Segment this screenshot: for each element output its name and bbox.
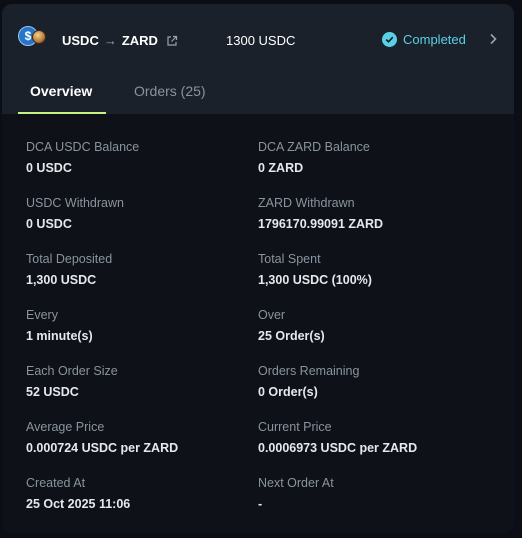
field-current-price: Current Price 0.0006973 USDC per ZARD (258, 420, 417, 455)
field-every: Every 1 minute(s) (26, 308, 93, 343)
field-value: 25 Oct 2025 11:06 (26, 497, 131, 511)
field-value: 0.0006973 USDC per ZARD (258, 441, 418, 455)
external-link-icon[interactable] (166, 35, 178, 47)
field-label: Total Deposited (26, 252, 113, 266)
field-label: Average Price (26, 420, 105, 434)
field-label: USDC Withdrawn (26, 196, 124, 210)
field-value: 1,300 USDC (100%) (258, 273, 372, 287)
field-value: 0 Order(s) (258, 385, 318, 399)
field-zard-withdrawn: ZARD Withdrawn 1796170.99091 ZARD (258, 196, 383, 231)
field-label: Each Order Size (26, 364, 118, 378)
field-label: Over (258, 308, 286, 322)
zard-coin-icon (32, 30, 46, 44)
field-over: Over 25 Order(s) (258, 308, 325, 343)
pair-arrow: → (103, 33, 117, 48)
field-average-price: Average Price 0.000724 USDC per ZARD (26, 420, 178, 455)
field-label: Every (26, 308, 58, 322)
field-label: Created At (26, 476, 86, 490)
to-token-label: ZARD (121, 33, 158, 48)
field-dca-zard-balance: DCA ZARD Balance 0 ZARD (258, 140, 370, 175)
field-label: Orders Remaining (258, 364, 360, 378)
field-label: ZARD Withdrawn (258, 196, 355, 210)
overview-panel: DCA USDC Balance 0 USDC DCA ZARD Balance… (2, 114, 514, 533)
tab-overview[interactable]: Overview (18, 74, 106, 114)
field-label: Next Order At (258, 476, 334, 490)
field-each-order-size: Each Order Size 52 USDC (26, 364, 118, 399)
field-total-deposited: Total Deposited 1,300 USDC (26, 252, 112, 287)
check-circle-icon (382, 32, 397, 47)
token-pair: USDC → ZARD (62, 33, 178, 48)
field-value: 0.000724 USDC per ZARD (26, 441, 179, 455)
from-token-label: USDC (62, 33, 99, 48)
order-header[interactable]: $ USDC → ZARD 1300 USDC Completed Overvi… (2, 4, 514, 114)
field-value: - (258, 497, 263, 511)
field-label: DCA USDC Balance (26, 140, 140, 154)
field-dca-usdc-balance: DCA USDC Balance 0 USDC (26, 140, 139, 175)
field-created-at: Created At 25 Oct 2025 11:06 (26, 476, 130, 511)
chevron-right-icon[interactable] (487, 32, 499, 46)
field-value: 0 USDC (26, 161, 72, 175)
field-usdc-withdrawn: USDC Withdrawn 0 USDC (26, 196, 124, 231)
token-pair-icons: $ (18, 26, 52, 48)
field-value: 1796170.99091 ZARD (258, 217, 384, 231)
field-next-order-at: Next Order At - (258, 476, 334, 511)
field-label: Current Price (258, 420, 332, 434)
field-value: 25 Order(s) (258, 329, 325, 343)
field-label: DCA ZARD Balance (258, 140, 370, 154)
tab-bar: Overview Orders (25) (18, 74, 218, 114)
field-value: 1 minute(s) (26, 329, 93, 343)
field-label: Total Spent (258, 252, 321, 266)
field-value: 52 USDC (26, 385, 79, 399)
status-label: Completed (403, 32, 466, 47)
field-value: 0 USDC (26, 217, 72, 231)
order-amount: 1300 USDC (226, 33, 296, 48)
status-badge: Completed (382, 32, 466, 47)
dca-order-card: $ USDC → ZARD 1300 USDC Completed Overvi… (2, 4, 514, 533)
field-value: 0 ZARD (258, 161, 304, 175)
field-orders-remaining: Orders Remaining 0 Order(s) (258, 364, 359, 399)
tab-orders[interactable]: Orders (25) (122, 74, 218, 114)
field-total-spent: Total Spent 1,300 USDC (100%) (258, 252, 372, 287)
field-value: 1,300 USDC (26, 273, 97, 287)
